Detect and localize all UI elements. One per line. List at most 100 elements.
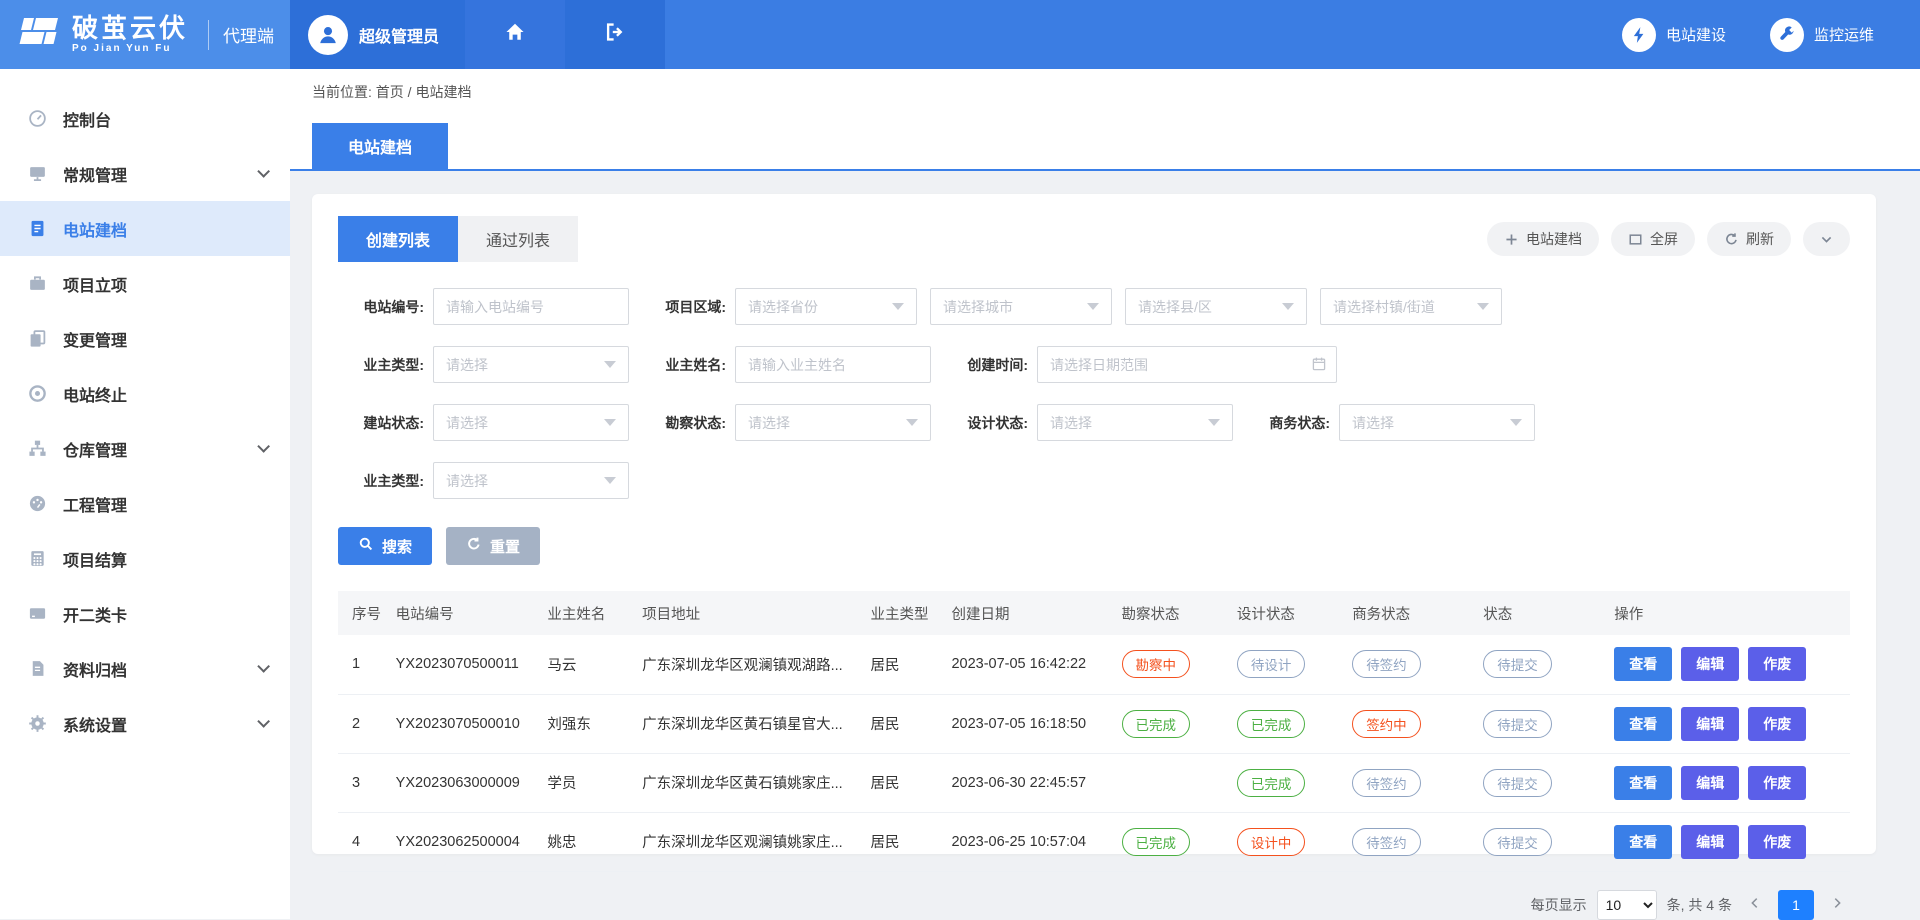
edit-button[interactable]: 编辑 [1681, 707, 1739, 741]
address-cell: 广东深圳龙华区观澜镇姚家庄... [636, 812, 864, 871]
filter-field: 勘察状态:请选择 [640, 404, 942, 441]
select-arrow-icon [1208, 419, 1220, 426]
sidebar-item-project-setup[interactable]: 项目立项 [0, 256, 290, 311]
sidebar-item-archive[interactable]: 资料归档 [0, 641, 290, 696]
sidebar-item-label: 电站终止 [63, 382, 127, 406]
reset-button-label: 重置 [490, 536, 520, 557]
content-area: 创建列表通过列表 电站建档全屏刷新 电站编号:项目区域:请选择省份请选择城市请选… [290, 171, 1920, 854]
status-cell: 待提交 [1477, 812, 1608, 871]
void-button[interactable]: 作废 [1748, 647, 1806, 681]
sidebar-item-label: 变更管理 [63, 327, 127, 351]
target-icon [28, 384, 48, 404]
sidebar-item-engineering[interactable]: 工程管理 [0, 476, 290, 531]
prev-page-button[interactable] [1742, 892, 1768, 917]
sidebar-item-station-filing[interactable]: 电站建档 [0, 201, 290, 256]
sidebar-item-console[interactable]: 控制台 [0, 91, 290, 146]
sidebar-item-system-settings[interactable]: 系统设置 [0, 696, 290, 751]
owner-name-input[interactable] [735, 346, 931, 383]
business-status-select[interactable]: 请选择 [1339, 404, 1535, 441]
owner-type-select-2[interactable]: 请选择 [433, 462, 629, 499]
actions-cell: 查看编辑作废 [1608, 635, 1850, 694]
view-button[interactable]: 查看 [1614, 647, 1672, 681]
sidebar-item-warehouse-mgmt[interactable]: 仓库管理 [0, 421, 290, 476]
sidebar-item-open-card[interactable]: 开二类卡 [0, 586, 290, 641]
archive-icon [28, 659, 47, 678]
search-button-label: 搜索 [382, 536, 412, 557]
next-page-button[interactable] [1824, 892, 1850, 917]
monitor-icon [28, 164, 47, 183]
filter-field: 建站状态: 请选择 [338, 404, 640, 441]
collapse-button[interactable] [1803, 222, 1850, 256]
status-badge: 已完成 [1122, 710, 1191, 738]
station-code-cell: YX2023063000009 [390, 753, 542, 812]
logo-mark-icon [16, 14, 62, 55]
toolbar-actions: 电站建档 全屏刷新 [1487, 222, 1850, 256]
void-button[interactable]: 作废 [1748, 825, 1806, 859]
county-select[interactable]: 请选择县/区 [1125, 288, 1307, 325]
sidebar-item-label: 开二类卡 [63, 602, 127, 626]
tab-created-list[interactable]: 创建列表 [338, 216, 458, 262]
select-placeholder: 请选择 [446, 413, 488, 433]
view-button[interactable]: 查看 [1614, 766, 1672, 800]
sidebar-item-station-stop[interactable]: 电站终止 [0, 366, 290, 421]
per-page-select[interactable]: 10 [1597, 890, 1657, 920]
main-content: 当前位置: 首页 / 电站建档 电站建档 创建列表通过列表 电站建档全屏刷新 电… [290, 69, 1920, 919]
status-cell: 签约中 [1346, 694, 1477, 753]
gauge-icon [28, 109, 47, 128]
column-header: 序号 [338, 591, 390, 635]
avatar [308, 15, 348, 55]
filter-row: 业主类型:请选择业主姓名:创建时间: [338, 346, 1850, 383]
void-button[interactable]: 作废 [1748, 766, 1806, 800]
address-cell: 广东深圳龙华区黄石镇姚家庄... [636, 753, 864, 812]
header-nav-station-build[interactable]: 电站建设 [1622, 18, 1726, 52]
void-button[interactable]: 作废 [1748, 707, 1806, 741]
settings-icon [28, 714, 47, 733]
search-button[interactable]: 搜索 [338, 527, 432, 565]
create-time-range-input[interactable] [1037, 346, 1337, 383]
user-menu[interactable]: 超级管理员 [290, 0, 465, 69]
view-button[interactable]: 查看 [1614, 707, 1672, 741]
sidebar-item-change-mgmt[interactable]: 变更管理 [0, 311, 290, 366]
breadcrumb-home-link[interactable]: 首页 [376, 84, 404, 100]
status-cell: 待提交 [1477, 694, 1608, 753]
station-code-input[interactable] [433, 288, 629, 325]
create-station-button[interactable]: 电站建档 [1487, 222, 1599, 256]
header-nav-monitor-ops[interactable]: 监控运维 [1770, 18, 1874, 52]
status-cell: 待签约 [1346, 812, 1477, 871]
status-badge: 已完成 [1237, 769, 1306, 797]
button-label: 电站建档 [1526, 229, 1582, 249]
sidebar-item-settlement[interactable]: 项目结算 [0, 531, 290, 586]
page-number-button[interactable]: 1 [1778, 890, 1814, 920]
fullscreen-button[interactable]: 全屏 [1611, 222, 1695, 256]
owner-type-select[interactable]: 请选择 [433, 346, 629, 383]
logo-subtitle: Po Jian Yun Fu [72, 43, 188, 54]
village-select[interactable]: 请选择村镇/街道 [1320, 288, 1502, 325]
city-select[interactable]: 请选择城市 [930, 288, 1112, 325]
view-button[interactable]: 查看 [1614, 825, 1672, 859]
design-status-select[interactable]: 请选择 [1037, 404, 1233, 441]
sidebar-item-general-mgmt[interactable]: 常规管理 [0, 146, 290, 201]
survey-status-select[interactable]: 请选择 [735, 404, 931, 441]
build-status-select[interactable]: 请选择 [433, 404, 629, 441]
reset-button[interactable]: 重置 [446, 527, 540, 565]
edit-button[interactable]: 编辑 [1681, 766, 1739, 800]
edit-button[interactable]: 编辑 [1681, 647, 1739, 681]
status-cell: 已完成 [1116, 694, 1231, 753]
status-badge: 待签约 [1352, 650, 1421, 678]
status-badge: 待提交 [1483, 650, 1552, 678]
tab-passed-list[interactable]: 通过列表 [458, 216, 578, 262]
page-tab-station-filing[interactable]: 电站建档 [312, 123, 448, 169]
filter-label: 建站状态: [338, 413, 424, 433]
refresh-button[interactable]: 刷新 [1707, 222, 1791, 256]
select-placeholder: 请选择县/区 [1138, 297, 1212, 317]
edit-button[interactable]: 编辑 [1681, 825, 1739, 859]
filter-buttons: 搜索 重置 [338, 527, 1850, 565]
province-select[interactable]: 请选择省份 [735, 288, 917, 325]
list-tabs: 创建列表通过列表 [338, 216, 578, 262]
home-button[interactable] [465, 0, 565, 69]
logout-button[interactable] [565, 0, 665, 69]
seq-cell: 4 [338, 812, 390, 871]
filter-field: 项目区域:请选择省份请选择城市请选择县/区请选择村镇/街道 [640, 288, 1546, 325]
logo[interactable]: 破茧云伏 Po Jian Yun Fu 代理端 [0, 0, 290, 69]
select-arrow-icon [604, 477, 616, 484]
